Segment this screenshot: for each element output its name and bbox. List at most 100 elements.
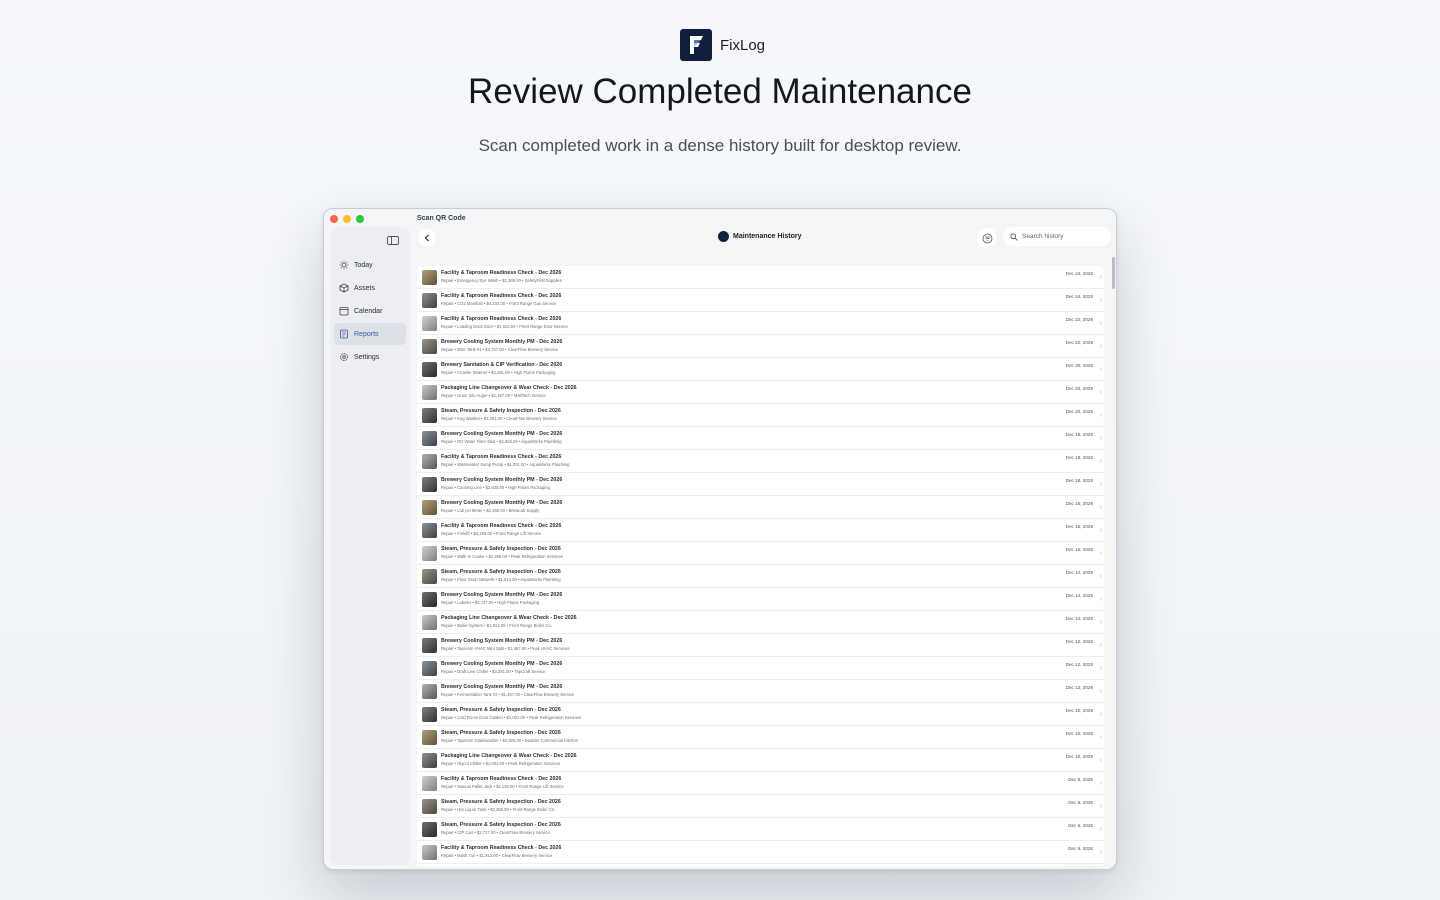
sidebar-item-settings[interactable]: Settings: [334, 346, 406, 368]
history-row[interactable]: Steam, Pressure & Safety Inspection - De…: [417, 818, 1104, 841]
report-icon: [340, 329, 348, 339]
history-row[interactable]: Brewery Cooling System Monthly PM - Dec …: [417, 657, 1104, 680]
window-title: Scan QR Code: [417, 215, 466, 222]
history-row[interactable]: Packaging Line Changeover & Wear Check -…: [417, 749, 1104, 772]
row-title: Facility & Taproom Readiness Check - Dec…: [441, 316, 562, 323]
sidebar-item-assets[interactable]: Assets: [334, 277, 406, 299]
chevron-right-icon: ›: [1099, 573, 1102, 580]
row-subtitle: Repair • Boiler System • $1,913.00 • Fro…: [441, 622, 552, 628]
history-row[interactable]: Steam, Pressure & Safety Inspection - De…: [417, 726, 1104, 749]
history-row[interactable]: Brewery Cooling System Monthly PM - Dec …: [417, 335, 1104, 358]
scrollbar[interactable]: [1112, 257, 1115, 289]
row-subtitle: Repair • Crowler Seamer • $3,281.00 • Hi…: [441, 369, 556, 375]
row-title: Brewery Cooling System Monthly PM - Dec …: [441, 684, 563, 691]
row-title: Brewery Cooling System Monthly PM - Dec …: [441, 339, 563, 346]
sidebar-item-reports[interactable]: Reports: [334, 323, 406, 345]
row-text: Facility & Taproom Readiness Check - Dec…: [441, 776, 1104, 789]
sidebar-item-calendar[interactable]: Calendar: [334, 300, 406, 322]
row-text: Steam, Pressure & Safety Inspection - De…: [441, 707, 1104, 720]
history-row[interactable]: Facility & Taproom Readiness Check - Dec…: [417, 772, 1104, 795]
row-date: Dec 16, 2026: [1065, 501, 1093, 506]
asset-thumbnail: [422, 338, 437, 354]
row-text: Facility & Taproom Readiness Check - Dec…: [441, 523, 1104, 536]
chevron-right-icon: ›: [1099, 711, 1102, 718]
history-row[interactable]: Brewery Cooling System Monthly PM - Dec …: [417, 634, 1104, 657]
row-title: Steam, Pressure & Safety Inspection - De…: [441, 707, 561, 714]
search-icon: [1010, 232, 1018, 241]
minimize-window-button[interactable]: [343, 215, 351, 223]
row-subtitle: Repair • Taproom HVAC Mini Split • $1,45…: [441, 645, 570, 651]
row-title: Steam, Pressure & Safety Inspection - De…: [441, 569, 561, 576]
row-date: Dec 20, 2026: [1065, 363, 1093, 368]
history-row[interactable]: Steam, Pressure & Safety Inspection - De…: [417, 565, 1104, 588]
sidebar-toggle-icon[interactable]: [387, 232, 399, 245]
row-subtitle: Repair • Loading Dock Door • $1,913.00 •…: [441, 323, 568, 329]
back-button[interactable]: [418, 229, 436, 247]
history-row[interactable]: Facility & Taproom Readiness Check - Dec…: [417, 289, 1104, 312]
history-row[interactable]: Brewery Cooling System Monthly PM - Dec …: [417, 680, 1104, 703]
row-text: Facility & Taproom Readiness Check - Dec…: [441, 270, 1104, 283]
history-row[interactable]: Facility & Taproom Readiness Check - Dec…: [417, 450, 1104, 473]
filter-button[interactable]: [977, 228, 997, 248]
window-controls: [330, 215, 364, 223]
row-subtitle: Repair • Canning Line • $2,825.00 • High…: [441, 484, 550, 490]
row-subtitle: Repair • Draft Line Chiller • $3,281.00 …: [441, 668, 546, 674]
row-title: Brewery Cooling System Monthly PM - Dec …: [441, 477, 563, 484]
history-row[interactable]: Brewery Cooling System Monthly PM - Dec …: [417, 473, 1104, 496]
chevron-right-icon: ›: [1099, 527, 1102, 534]
row-subtitle: Repair • RO Water Filter Skid • $2,825.0…: [441, 438, 562, 444]
row-subtitle: Repair • Hot Liquor Tank • $2,369.00 • F…: [441, 806, 556, 812]
history-row[interactable]: Brewery Sanitation & CIP Verification - …: [417, 358, 1104, 381]
history-row[interactable]: Facility & Taproom Readiness Check - Dec…: [417, 266, 1104, 289]
chevron-right-icon: ›: [1099, 274, 1102, 281]
chevron-right-icon: ›: [1099, 550, 1102, 557]
history-row[interactable]: Steam, Pressure & Safety Inspection - De…: [417, 703, 1104, 726]
sidebar-item-today[interactable]: Today: [334, 254, 406, 276]
row-text: Brewery Cooling System Monthly PM - Dec …: [441, 638, 1104, 651]
history-row[interactable]: Packaging Line Changeover & Wear Check -…: [417, 381, 1104, 404]
asset-thumbnail: [422, 729, 437, 745]
search-field[interactable]: [1003, 227, 1111, 246]
chevron-right-icon: ›: [1099, 435, 1102, 442]
row-title: Brewery Cooling System Monthly PM - Dec …: [441, 661, 563, 668]
chevron-right-icon: ›: [1099, 596, 1102, 603]
calendar-icon: [339, 307, 349, 316]
row-subtitle: Repair • Keg Washer • $3,281.00 • ClearF…: [441, 415, 557, 421]
row-date: Dec 24, 2026: [1065, 271, 1093, 276]
history-row[interactable]: Packaging Line Changeover & Wear Check -…: [417, 611, 1104, 634]
asset-thumbnail: [422, 476, 437, 492]
row-text: Packaging Line Changeover & Wear Check -…: [441, 753, 1104, 766]
row-subtitle: Repair • Labeler • $3,737.00 • High Plai…: [441, 599, 540, 605]
row-date: Dec 16, 2026: [1065, 524, 1093, 529]
history-row[interactable]: Steam, Pressure & Safety Inspection - De…: [417, 795, 1104, 818]
app-window: Scan QR Code Today Assets Calendar Repor…: [323, 208, 1117, 870]
row-date: Dec 8, 2026: [1068, 800, 1093, 805]
history-row[interactable]: Facility & Taproom Readiness Check - Dec…: [417, 519, 1104, 542]
zoom-window-button[interactable]: [356, 215, 364, 223]
history-row[interactable]: Steam, Pressure & Safety Inspection - De…: [417, 404, 1104, 427]
row-title: Brewery Sanitation & CIP Verification - …: [441, 362, 563, 369]
row-text: Steam, Pressure & Safety Inspection - De…: [441, 408, 1104, 421]
row-subtitle: Repair • Taproom Glasswasher • $2,825.00…: [441, 737, 578, 743]
row-title: Brewery Cooling System Monthly PM - Dec …: [441, 638, 563, 645]
row-subtitle: Repair • Manual Pallet Jack • $4,193.00 …: [441, 783, 564, 789]
row-date: Dec 20, 2026: [1065, 409, 1093, 414]
row-date: Dec 14, 2026: [1065, 616, 1093, 621]
chevron-right-icon: ›: [1099, 343, 1102, 350]
history-row[interactable]: Brewery Cooling System Monthly PM - Dec …: [417, 864, 1104, 866]
history-row[interactable]: Brewery Cooling System Monthly PM - Dec …: [417, 588, 1104, 611]
asset-thumbnail: [422, 821, 437, 837]
history-row[interactable]: Steam, Pressure & Safety Inspection - De…: [417, 542, 1104, 565]
history-row[interactable]: Facility & Taproom Readiness Check - Dec…: [417, 841, 1104, 864]
row-text: Facility & Taproom Readiness Check - Dec…: [441, 316, 1104, 329]
history-row[interactable]: Brewery Cooling System Monthly PM - Dec …: [417, 427, 1104, 450]
row-title: Packaging Line Changeover & Wear Check -…: [441, 753, 577, 760]
row-title: Facility & Taproom Readiness Check - Dec…: [441, 845, 562, 852]
search-input[interactable]: [1022, 233, 1102, 240]
asset-thumbnail: [422, 292, 437, 308]
row-subtitle: Repair • Floor Drain Network • $1,913.00…: [441, 576, 561, 582]
history-row[interactable]: Brewery Cooling System Monthly PM - Dec …: [417, 496, 1104, 519]
history-row[interactable]: Facility & Taproom Readiness Check - Dec…: [417, 312, 1104, 335]
sidebar-item-label: Calendar: [354, 307, 383, 315]
close-window-button[interactable]: [330, 215, 338, 223]
